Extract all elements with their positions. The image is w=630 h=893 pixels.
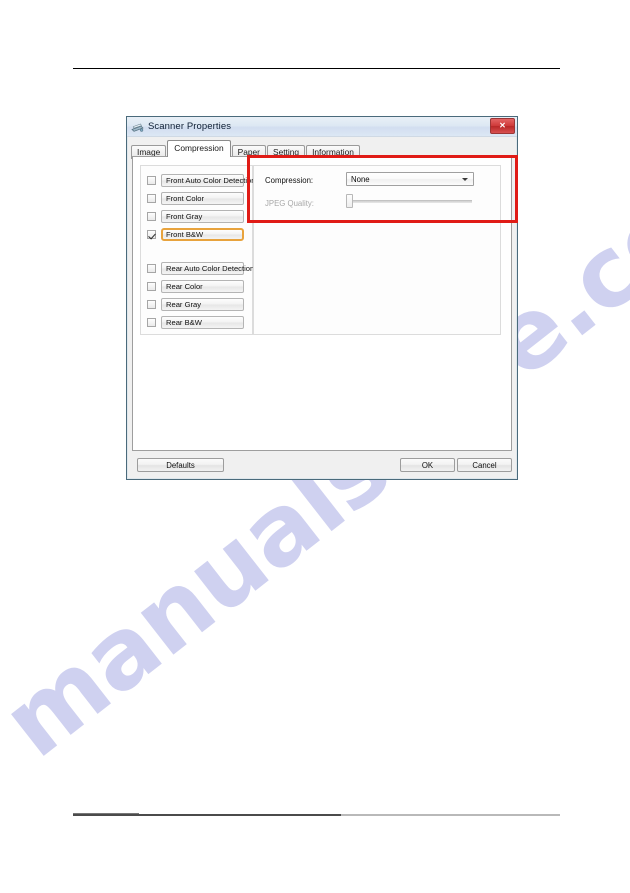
- checkbox-front-gray[interactable]: [147, 211, 156, 221]
- checkbox-label-front-bw: Front B&W: [161, 227, 244, 241]
- jpeg-quality-slider[interactable]: [346, 194, 472, 208]
- scanner-properties-dialog: Scanner Properties ✕ Image Compression P…: [126, 116, 518, 480]
- checkbox-row-rear-color[interactable]: Rear Color: [147, 279, 244, 293]
- defaults-button[interactable]: Defaults: [137, 458, 224, 472]
- checkbox-row-front-bw[interactable]: Front B&W: [147, 227, 244, 241]
- tab-compression[interactable]: Compression: [167, 140, 231, 157]
- checkbox-rear-bw[interactable]: [147, 317, 156, 327]
- checkbox-rear-gray[interactable]: [147, 299, 156, 309]
- ok-button[interactable]: OK: [400, 458, 455, 472]
- checkbox-label-rear-auto-color-detection: Rear Auto Color Detection: [161, 261, 254, 275]
- checkbox-label-front-gray: Front Gray: [161, 209, 244, 223]
- close-icon[interactable]: ✕: [490, 118, 515, 134]
- compression-settings-group: Compression: None JPEG Quality:: [253, 165, 501, 335]
- checkbox-row-front-color[interactable]: Front Color: [147, 191, 244, 205]
- checkbox-label-front-color: Front Color: [161, 191, 244, 205]
- scanner-icon: [131, 121, 144, 133]
- checkbox-front-bw[interactable]: [147, 229, 156, 239]
- slider-thumb[interactable]: [346, 194, 353, 208]
- checkbox-row-rear-gray[interactable]: Rear Gray: [147, 297, 244, 311]
- checkbox-rear-auto-color-detection[interactable]: [147, 263, 156, 273]
- tab-strip: Image Compression Paper Setting Informat…: [131, 140, 517, 159]
- checkbox-row-front-gray[interactable]: Front Gray: [147, 209, 244, 223]
- jpeg-quality-label: JPEG Quality:: [265, 199, 314, 208]
- checkbox-label-rear-gray: Rear Gray: [161, 297, 244, 311]
- compression-label: Compression:: [265, 176, 314, 185]
- compression-value: None: [351, 174, 370, 184]
- checkbox-row-rear-bw[interactable]: Rear B&W: [147, 315, 244, 329]
- channel-group: Front Auto Color Detection Front Color F…: [140, 165, 255, 335]
- checkbox-row-rear-auto-color-detection[interactable]: Rear Auto Color Detection: [147, 261, 254, 275]
- checkbox-row-front-auto-color-detection[interactable]: Front Auto Color Detection: [147, 173, 255, 187]
- checkbox-rear-color[interactable]: [147, 281, 156, 291]
- dialog-title: Scanner Properties: [148, 121, 232, 132]
- manual-page: manualshive.com Scanner Properties ✕ Ima…: [0, 0, 630, 893]
- dialog-titlebar[interactable]: Scanner Properties ✕: [127, 117, 517, 137]
- page-header-rule: [73, 68, 560, 69]
- page-footer-rule-accent: [73, 813, 139, 814]
- compression-dropdown[interactable]: None: [346, 172, 474, 186]
- slider-track: [346, 200, 472, 203]
- chevron-down-icon: [462, 177, 468, 181]
- checkbox-front-auto-color-detection[interactable]: [147, 175, 156, 185]
- checkbox-label-rear-bw: Rear B&W: [161, 315, 244, 329]
- page-footer-rule: [73, 814, 560, 816]
- checkbox-label-front-auto-color-detection: Front Auto Color Detection: [161, 173, 255, 187]
- cancel-button[interactable]: Cancel: [457, 458, 512, 472]
- compression-tab-panel: Front Auto Color Detection Front Color F…: [132, 156, 512, 451]
- checkbox-front-color[interactable]: [147, 193, 156, 203]
- checkbox-label-rear-color: Rear Color: [161, 279, 244, 293]
